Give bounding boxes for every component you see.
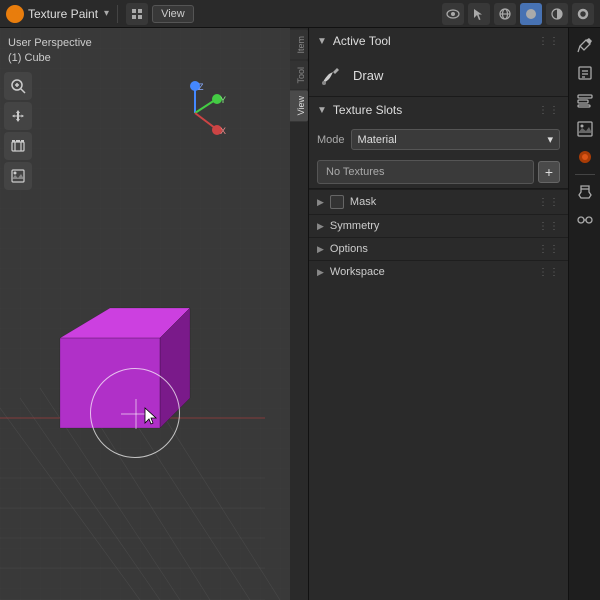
workspace-section[interactable]: ▶ Workspace ⋮⋮	[309, 260, 568, 283]
texture-slots-dots: ⋮⋮	[538, 105, 560, 116]
sphere-icon[interactable]	[520, 3, 542, 25]
mask-dots: ⋮⋮	[538, 197, 560, 208]
zoom-tool-btn[interactable]	[4, 72, 32, 100]
symmetry-label: Symmetry	[330, 220, 532, 232]
draw-label: Draw	[353, 68, 383, 83]
add-texture-button[interactable]: +	[538, 161, 560, 183]
cursor-icon[interactable]	[468, 3, 490, 25]
side-icon-divider	[575, 174, 595, 175]
constraint-icon[interactable]	[572, 207, 598, 233]
texture-slots-arrow: ▼	[317, 105, 327, 116]
symmetry-arrow: ▶	[317, 221, 324, 232]
svg-text:X: X	[220, 126, 226, 136]
ring-icon[interactable]	[572, 3, 594, 25]
no-textures-button[interactable]: No Textures	[317, 160, 534, 184]
app-icon	[6, 5, 24, 23]
svg-text:Y: Y	[220, 95, 226, 105]
pan-tool-btn[interactable]	[4, 102, 32, 130]
tools-icon[interactable]	[572, 32, 598, 58]
texture-slots-header[interactable]: ▼ Texture Slots ⋮⋮	[309, 97, 568, 123]
active-tool-title: Active Tool	[333, 34, 534, 48]
properties-icon[interactable]	[572, 60, 598, 86]
app-dropdown-arrow[interactable]: ▾	[104, 8, 109, 19]
viewport[interactable]: User Perspective (1) Cube Z Y X	[0, 28, 308, 600]
collapsible-sections: ▶ Mask ⋮⋮ ▶ Symmetry ⋮⋮ ▶ Options ⋮⋮ ▶ W…	[309, 189, 568, 283]
outliner-icon[interactable]	[572, 88, 598, 114]
app-name[interactable]: Texture Paint	[28, 7, 98, 21]
mode-row: Mode Material ▾	[309, 123, 568, 156]
main-layout: User Perspective (1) Cube Z Y X	[0, 28, 600, 600]
options-section[interactable]: ▶ Options ⋮⋮	[309, 237, 568, 260]
no-textures-row: No Textures +	[309, 156, 568, 188]
mask-checkbox[interactable]	[330, 195, 344, 209]
workspace-arrow: ▶	[317, 267, 324, 278]
cube-object	[30, 278, 200, 441]
image-tool-btn[interactable]	[4, 162, 32, 190]
workspace-dots: ⋮⋮	[538, 267, 560, 278]
view-button[interactable]: View	[152, 5, 194, 23]
active-tool-header[interactable]: ▼ Active Tool ⋮⋮	[309, 28, 568, 54]
mode-value: Material	[358, 134, 397, 146]
texture-slots-section: ▼ Texture Slots ⋮⋮ Mode Material ▾ No Te…	[309, 97, 568, 189]
mode-dropdown-arrow: ▾	[547, 133, 553, 146]
mask-arrow: ▶	[317, 197, 324, 208]
draw-icon	[317, 62, 343, 88]
mode-select[interactable]: Material ▾	[351, 129, 560, 150]
active-tool-content: Draw	[309, 54, 568, 96]
mode-label: Mode	[317, 134, 345, 146]
side-icon-bar	[568, 28, 600, 600]
svg-text:Z: Z	[198, 82, 204, 92]
active-tool-section: ▼ Active Tool ⋮⋮ Draw	[309, 28, 568, 97]
image-icon[interactable]	[572, 116, 598, 142]
symmetry-section[interactable]: ▶ Symmetry ⋮⋮	[309, 214, 568, 237]
tab-view[interactable]: View	[290, 90, 308, 121]
separator	[117, 5, 118, 23]
viewport-toolbar	[0, 68, 36, 194]
options-arrow: ▶	[317, 244, 324, 255]
workspace-label: Workspace	[330, 266, 532, 278]
symmetry-dots: ⋮⋮	[538, 221, 560, 232]
tab-item[interactable]: Item	[290, 30, 308, 60]
modifier-icon[interactable]	[572, 179, 598, 205]
mask-label: Mask	[350, 196, 532, 208]
cursor-arrow	[143, 406, 159, 429]
tab-tool[interactable]: Tool	[290, 61, 308, 90]
axis-widget: Z Y X	[160, 78, 230, 148]
editor-icon[interactable]	[126, 3, 148, 25]
options-dots: ⋮⋮	[538, 244, 560, 255]
movie-clip-btn[interactable]	[4, 132, 32, 160]
texture-icon[interactable]	[572, 144, 598, 170]
active-tool-dots: ⋮⋮	[538, 36, 560, 47]
active-tool-arrow: ▼	[317, 36, 327, 47]
right-panel: ▼ Active Tool ⋮⋮ Draw ▼ Te	[308, 28, 568, 600]
mask-section[interactable]: ▶ Mask ⋮⋮	[309, 189, 568, 214]
options-label: Options	[330, 243, 532, 255]
n-panel-tabs: Item Tool View	[290, 28, 308, 600]
texture-slots-title: Texture Slots	[333, 103, 534, 117]
top-right-icons	[442, 3, 594, 25]
half-sphere-icon[interactable]	[546, 3, 568, 25]
top-bar: Texture Paint ▾ View	[0, 0, 600, 28]
visibility-icon[interactable]	[442, 3, 464, 25]
globe-icon[interactable]	[494, 3, 516, 25]
